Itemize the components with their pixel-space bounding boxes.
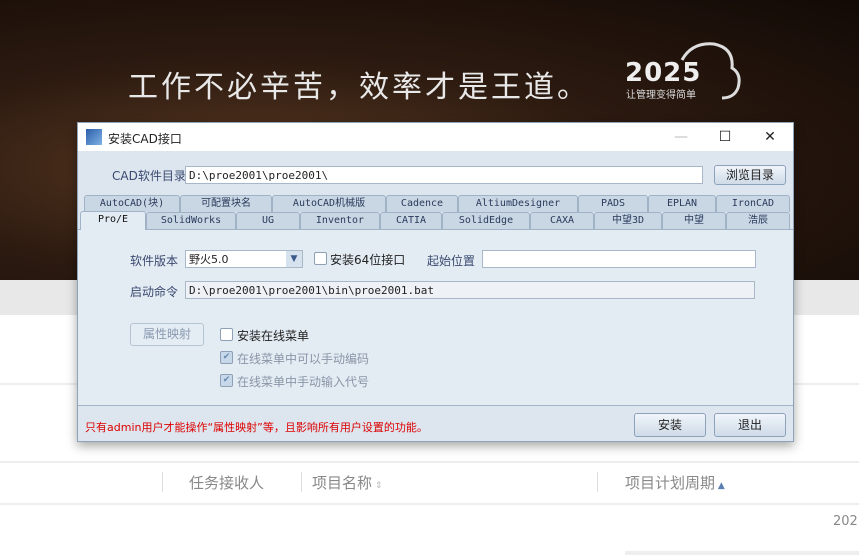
tab-catia[interactable]: CATIA [380, 212, 442, 229]
exit-button[interactable]: 退出 [714, 413, 786, 437]
tab-ironcad[interactable]: IronCAD [716, 195, 790, 212]
divider [0, 503, 859, 505]
minimize-button[interactable]: — [661, 126, 701, 148]
cad-dir-input[interactable]: D:\proe2001\proe2001\ [185, 166, 703, 184]
logo-text: 2025 [625, 58, 702, 88]
admin-notice: 只有admin用户才能操作“属性映射”等，且影响所有用户设置的功能。 [85, 421, 428, 434]
table-cell: 202 [833, 514, 858, 529]
column-separator [162, 472, 163, 492]
header-label: 项目计划周期 [625, 474, 716, 492]
browse-button[interactable]: 浏览目录 [714, 165, 786, 185]
tab-proe[interactable]: Pro/E [80, 211, 146, 230]
install64-label: 安装64位接口 [330, 253, 406, 267]
version-value: 野火5.0 [189, 253, 229, 266]
banner-slogan: 工作不必辛苦，效率才是王道。 [128, 70, 590, 105]
tab-zwcad[interactable]: 中望 [662, 212, 726, 229]
header-assignee[interactable]: 任务接收人 [189, 472, 264, 493]
tab-autocad-mechanical[interactable]: AutoCAD机械版 [272, 195, 386, 212]
online-menu-checkbox[interactable] [220, 328, 233, 341]
manual-input-label: 在线菜单中手动输入代号 [237, 375, 370, 389]
tab-solidedge[interactable]: SolidEdge [442, 212, 530, 229]
scrollbar[interactable] [625, 551, 859, 555]
app-icon [86, 129, 102, 145]
dialog-title: 安装CAD接口 [108, 132, 182, 146]
online-menu-label: 安装在线菜单 [237, 329, 310, 343]
install64-checkbox[interactable] [314, 252, 327, 265]
manual-input-checkbox[interactable]: ✔ [220, 374, 233, 387]
tab-zwcad-3d[interactable]: 中望3D [594, 212, 662, 229]
divider [0, 461, 859, 463]
sort-asc-icon[interactable]: ▲ [715, 481, 725, 491]
cad-dir-label: CAD软件目录 [112, 169, 186, 183]
maximize-button[interactable]: ☐ [705, 126, 745, 148]
start-pos-label: 起始位置 [427, 254, 476, 268]
attribute-mapping-button[interactable]: 属性映射 [130, 323, 204, 346]
sort-both-icon[interactable]: ⇕ [372, 481, 383, 491]
tab-caxa[interactable]: CAXA [530, 212, 594, 229]
tab-configurable-block[interactable]: 可配置块名 [180, 195, 272, 212]
column-separator [301, 472, 302, 492]
close-button[interactable]: ✕ [750, 126, 790, 148]
tab-solidworks[interactable]: SolidWorks [146, 212, 236, 229]
tab-pads[interactable]: PADS [578, 195, 648, 212]
install-button[interactable]: 安装 [634, 413, 706, 437]
launch-label: 启动命令 [130, 285, 179, 299]
tab-eplan[interactable]: EPLAN [648, 195, 716, 212]
column-separator [597, 472, 598, 492]
tab-gstarcad[interactable]: 浩辰 [726, 212, 790, 229]
tab-ug[interactable]: UG [236, 212, 300, 229]
chevron-down-icon[interactable]: ▼ [286, 251, 302, 267]
tab-cadence[interactable]: Cadence [386, 195, 458, 212]
manual-code-checkbox[interactable]: ✔ [220, 351, 233, 364]
tab-altium[interactable]: AltiumDesigner [458, 195, 578, 212]
manual-code-label: 在线菜单中可以手动编码 [237, 352, 370, 366]
start-pos-input[interactable] [482, 250, 756, 268]
tab-inventor[interactable]: Inventor [300, 212, 380, 229]
tab-autocad-block[interactable]: AutoCAD(块) [84, 195, 180, 212]
title-bar[interactable]: 安装CAD接口 — ☐ ✕ [78, 123, 793, 151]
logo-tagline: 让管理变得简单 [626, 90, 696, 101]
install-cad-dialog: 安装CAD接口 — ☐ ✕ CAD软件目录 D:\proe2001\proe20… [77, 122, 794, 442]
version-label: 软件版本 [130, 254, 179, 268]
header-label: 项目名称 [312, 474, 373, 492]
header-plan-period[interactable]: 项目计划周期 ▲ [625, 472, 725, 493]
launch-command-input[interactable]: D:\proe2001\proe2001\bin\proe2001.bat [185, 281, 755, 299]
tab-panel: 软件版本 野火5.0 ▼ 安装64位接口 起始位置 启动命令 D:\proe20… [78, 229, 793, 406]
header-project-name[interactable]: 项目名称 ⇕ [312, 472, 382, 493]
